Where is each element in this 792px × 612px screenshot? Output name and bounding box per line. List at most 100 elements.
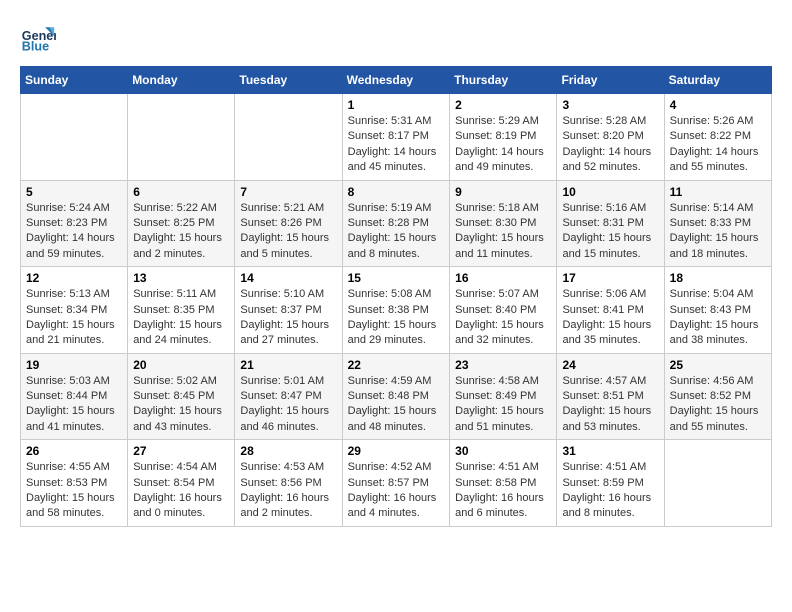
day-info: Sunrise: 5:28 AM Sunset: 8:20 PM Dayligh…	[562, 114, 658, 176]
day-info: Sunrise: 5:16 AM Sunset: 8:31 PM Dayligh…	[562, 201, 658, 263]
day-info: Sunrise: 5:19 AM Sunset: 8:28 PM Dayligh…	[348, 201, 445, 263]
day-cell-24: 24 Sunrise: 4:57 AM Sunset: 8:51 PM Dayli…	[557, 353, 664, 440]
weekday-header-wednesday: Wednesday	[342, 67, 450, 94]
day-cell-4: 4 Sunrise: 5:26 AM Sunset: 8:22 PM Daylig…	[664, 94, 771, 181]
day-cell-2: 2Sunrise: 5:29 AM Sunset: 8:19 PM Daylig…	[450, 94, 557, 181]
day-info: Sunrise: 5:24 AM Sunset: 8:23 PM Dayligh…	[26, 201, 122, 263]
day-cell-23: 23 Sunrise: 4:58 AM Sunset: 8:49 PM Dayli…	[450, 353, 557, 440]
day-cell-10: 10 Sunrise: 5:16 AM Sunset: 8:31 PM Dayli…	[557, 180, 664, 267]
day-number: 23	[455, 358, 551, 372]
day-number: 27	[133, 444, 229, 458]
day-cell-20: 20 Sunrise: 5:02 AM Sunset: 8:45 PM Dayli…	[128, 353, 235, 440]
day-info: Sunrise: 5:22 AM Sunset: 8:25 PM Dayligh…	[133, 201, 229, 263]
calendar-header: SundayMondayTuesdayWednesdayThursdayFrid…	[21, 67, 772, 94]
day-cell-1: 1 Sunrise: 5:31 AM Sunset: 8:17 PM Daylig…	[342, 94, 450, 181]
day-number: 12	[26, 271, 122, 285]
logo: General Blue	[20, 20, 60, 56]
empty-cell	[664, 440, 771, 527]
day-cell-7: 7 Sunrise: 5:21 AM Sunset: 8:26 PM Daylig…	[235, 180, 342, 267]
day-cell-8: 8 Sunrise: 5:19 AM Sunset: 8:28 PM Daylig…	[342, 180, 450, 267]
day-number: 30	[455, 444, 551, 458]
day-cell-25: 25Sunrise: 4:56 AM Sunset: 8:52 PM Dayli…	[664, 353, 771, 440]
svg-text:Blue: Blue	[22, 40, 49, 54]
day-number: 28	[240, 444, 336, 458]
day-info: Sunrise: 4:55 AM Sunset: 8:53 PM Dayligh…	[26, 460, 122, 522]
day-cell-16: 16 Sunrise: 5:07 AM Sunset: 8:40 PM Dayli…	[450, 267, 557, 354]
day-number: 14	[240, 271, 336, 285]
day-info: Sunrise: 5:18 AM Sunset: 8:30 PM Dayligh…	[455, 201, 551, 263]
empty-cell	[128, 94, 235, 181]
day-number: 3	[562, 98, 658, 112]
day-info: Sunrise: 4:56 AM Sunset: 8:52 PM Dayligh…	[670, 374, 766, 436]
day-cell-19: 19 Sunrise: 5:03 AM Sunset: 8:44 PM Dayli…	[21, 353, 128, 440]
day-number: 21	[240, 358, 336, 372]
day-number: 20	[133, 358, 229, 372]
calendar-table: SundayMondayTuesdayWednesdayThursdayFrid…	[20, 66, 772, 527]
day-number: 15	[348, 271, 445, 285]
weekday-header-monday: Monday	[128, 67, 235, 94]
day-info: Sunrise: 4:59 AM Sunset: 8:48 PM Dayligh…	[348, 374, 445, 436]
day-info: Sunrise: 5:01 AM Sunset: 8:47 PM Dayligh…	[240, 374, 336, 436]
day-cell-9: 9 Sunrise: 5:18 AM Sunset: 8:30 PM Daylig…	[450, 180, 557, 267]
day-info: Sunrise: 5:08 AM Sunset: 8:38 PM Dayligh…	[348, 287, 445, 349]
day-info: Sunrise: 5:11 AM Sunset: 8:35 PM Dayligh…	[133, 287, 229, 349]
weekday-header-thursday: Thursday	[450, 67, 557, 94]
day-info: Sunrise: 5:02 AM Sunset: 8:45 PM Dayligh…	[133, 374, 229, 436]
day-info: Sunrise: 4:51 AM Sunset: 8:59 PM Dayligh…	[562, 460, 658, 522]
day-cell-31: 31 Sunrise: 4:51 AM Sunset: 8:59 PM Dayli…	[557, 440, 664, 527]
week-row-5: 26 Sunrise: 4:55 AM Sunset: 8:53 PM Dayli…	[21, 440, 772, 527]
day-cell-5: 5Sunrise: 5:24 AM Sunset: 8:23 PM Daylig…	[21, 180, 128, 267]
page-header: General Blue	[20, 20, 772, 56]
day-info: Sunrise: 4:51 AM Sunset: 8:58 PM Dayligh…	[455, 460, 551, 522]
day-info: Sunrise: 5:06 AM Sunset: 8:41 PM Dayligh…	[562, 287, 658, 349]
day-info: Sunrise: 4:58 AM Sunset: 8:49 PM Dayligh…	[455, 374, 551, 436]
day-info: Sunrise: 5:14 AM Sunset: 8:33 PM Dayligh…	[670, 201, 766, 263]
day-info: Sunrise: 5:03 AM Sunset: 8:44 PM Dayligh…	[26, 374, 122, 436]
day-cell-13: 13 Sunrise: 5:11 AM Sunset: 8:35 PM Dayli…	[128, 267, 235, 354]
day-number: 16	[455, 271, 551, 285]
day-number: 10	[562, 185, 658, 199]
day-cell-26: 26 Sunrise: 4:55 AM Sunset: 8:53 PM Dayli…	[21, 440, 128, 527]
day-info: Sunrise: 5:04 AM Sunset: 8:43 PM Dayligh…	[670, 287, 766, 349]
day-cell-28: 28Sunrise: 4:53 AM Sunset: 8:56 PM Dayli…	[235, 440, 342, 527]
day-number: 13	[133, 271, 229, 285]
day-number: 19	[26, 358, 122, 372]
day-cell-11: 11 Sunrise: 5:14 AM Sunset: 8:33 PM Dayli…	[664, 180, 771, 267]
day-info: Sunrise: 5:26 AM Sunset: 8:22 PM Dayligh…	[670, 114, 766, 176]
day-number: 17	[562, 271, 658, 285]
day-info: Sunrise: 5:10 AM Sunset: 8:37 PM Dayligh…	[240, 287, 336, 349]
day-cell-30: 30 Sunrise: 4:51 AM Sunset: 8:58 PM Dayli…	[450, 440, 557, 527]
day-info: Sunrise: 4:57 AM Sunset: 8:51 PM Dayligh…	[562, 374, 658, 436]
day-cell-18: 18Sunrise: 5:04 AM Sunset: 8:43 PM Dayli…	[664, 267, 771, 354]
week-row-4: 19 Sunrise: 5:03 AM Sunset: 8:44 PM Dayli…	[21, 353, 772, 440]
day-number: 9	[455, 185, 551, 199]
weekday-header-saturday: Saturday	[664, 67, 771, 94]
day-info: Sunrise: 4:54 AM Sunset: 8:54 PM Dayligh…	[133, 460, 229, 522]
day-number: 11	[670, 185, 766, 199]
day-number: 7	[240, 185, 336, 199]
day-number: 26	[26, 444, 122, 458]
day-number: 29	[348, 444, 445, 458]
day-cell-29: 29Sunrise: 4:52 AM Sunset: 8:57 PM Dayli…	[342, 440, 450, 527]
day-number: 8	[348, 185, 445, 199]
day-number: 31	[562, 444, 658, 458]
day-info: Sunrise: 5:07 AM Sunset: 8:40 PM Dayligh…	[455, 287, 551, 349]
weekday-header-friday: Friday	[557, 67, 664, 94]
header-row: SundayMondayTuesdayWednesdayThursdayFrid…	[21, 67, 772, 94]
day-cell-12: 12Sunrise: 5:13 AM Sunset: 8:34 PM Dayli…	[21, 267, 128, 354]
day-number: 22	[348, 358, 445, 372]
day-number: 24	[562, 358, 658, 372]
empty-cell	[235, 94, 342, 181]
day-cell-15: 15 Sunrise: 5:08 AM Sunset: 8:38 PM Dayli…	[342, 267, 450, 354]
day-cell-3: 3 Sunrise: 5:28 AM Sunset: 8:20 PM Daylig…	[557, 94, 664, 181]
day-info: Sunrise: 5:31 AM Sunset: 8:17 PM Dayligh…	[348, 114, 445, 176]
day-info: Sunrise: 5:21 AM Sunset: 8:26 PM Dayligh…	[240, 201, 336, 263]
day-number: 4	[670, 98, 766, 112]
day-cell-21: 21 Sunrise: 5:01 AM Sunset: 8:47 PM Dayli…	[235, 353, 342, 440]
day-cell-6: 6Sunrise: 5:22 AM Sunset: 8:25 PM Daylig…	[128, 180, 235, 267]
day-cell-27: 27 Sunrise: 4:54 AM Sunset: 8:54 PM Dayli…	[128, 440, 235, 527]
day-number: 1	[348, 98, 445, 112]
logo-icon: General Blue	[20, 20, 56, 56]
weekday-header-sunday: Sunday	[21, 67, 128, 94]
calendar-body: 1 Sunrise: 5:31 AM Sunset: 8:17 PM Daylig…	[21, 94, 772, 527]
